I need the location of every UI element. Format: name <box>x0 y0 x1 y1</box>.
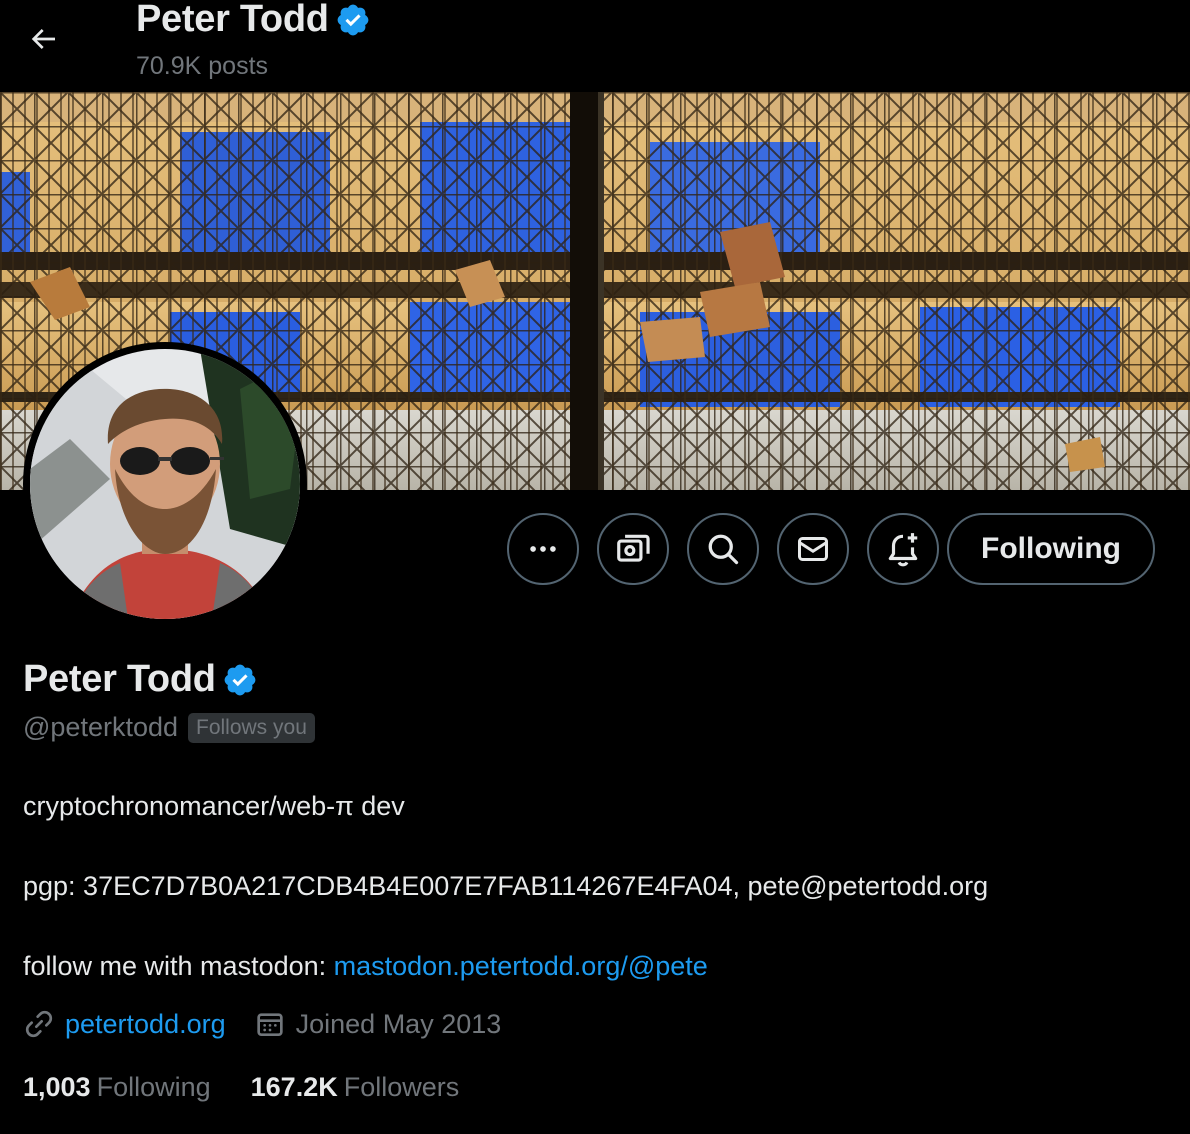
avatar-photo <box>30 349 300 619</box>
search-button[interactable] <box>687 513 759 585</box>
link-icon <box>25 1010 53 1038</box>
envelope-icon <box>798 537 828 561</box>
calendar-icon <box>256 1013 283 1036</box>
profile-name-row: Peter Todd <box>23 658 258 701</box>
notifications-button[interactable] <box>867 513 939 585</box>
profile-avatar[interactable] <box>23 342 307 626</box>
website-item: petertodd.org <box>23 1008 226 1040</box>
followers-count: 167.2K <box>250 1072 338 1102</box>
bio-line-3: follow me with mastodon: mastodon.petert… <box>23 946 1163 986</box>
joined-item: Joined May 2013 <box>254 1008 502 1040</box>
header-name-row: Peter Todd <box>136 0 371 41</box>
verified-badge-icon <box>337 4 369 35</box>
following-label: Following <box>96 1072 211 1102</box>
following-stat[interactable]: 1,003 Following <box>23 1072 211 1103</box>
handle-row: @peterktodd Follows you <box>23 712 315 743</box>
profile-actions <box>507 513 939 585</box>
back-button[interactable] <box>20 16 66 62</box>
message-button[interactable] <box>777 513 849 585</box>
following-button[interactable]: Following <box>947 513 1155 585</box>
followers-stat[interactable]: 167.2K Followers <box>251 1072 460 1103</box>
mastodon-link[interactable]: mastodon.petertodd.org/@pete <box>334 951 708 981</box>
search-icon <box>708 534 739 565</box>
header-posts-count: 70.9K posts <box>136 52 269 80</box>
bio-line-1: cryptochronomancer/web-π dev <box>23 791 405 821</box>
more-button[interactable] <box>507 513 579 585</box>
arrow-left-icon <box>31 29 55 49</box>
following-count: 1,003 <box>23 1072 91 1102</box>
profile-bio: cryptochronomancer/web-π dev pgp: 37EC7D… <box>23 786 1163 986</box>
verified-badge-icon[interactable] <box>222 662 258 698</box>
header-name: Peter Todd <box>136 0 329 40</box>
profile-handle: @peterktodd <box>23 712 178 742</box>
top-bar: Peter Todd 70.9K posts <box>0 0 1190 92</box>
profile-meta: petertodd.org Joined May 2013 <box>23 1008 529 1040</box>
subscribe-icon <box>617 534 650 562</box>
website-link[interactable]: petertodd.org <box>65 1009 226 1040</box>
joined-date: Joined May 2013 <box>295 1008 502 1039</box>
subscribe-button[interactable] <box>597 513 669 585</box>
followers-label: Followers <box>343 1072 460 1102</box>
follows-you-badge: Follows you <box>188 712 315 743</box>
profile-stats: 1,003 Following 167.2K Followers <box>23 1072 499 1103</box>
bio-line-2: pgp: 37EC7D7B0A217CDB4B4E007E7FAB114267E… <box>23 871 989 901</box>
bio-line-3-prefix: follow me with mastodon: <box>23 951 334 981</box>
bell-plus-icon <box>888 533 918 567</box>
profile-name: Peter Todd <box>23 658 216 700</box>
more-horizontal-icon <box>530 546 556 552</box>
